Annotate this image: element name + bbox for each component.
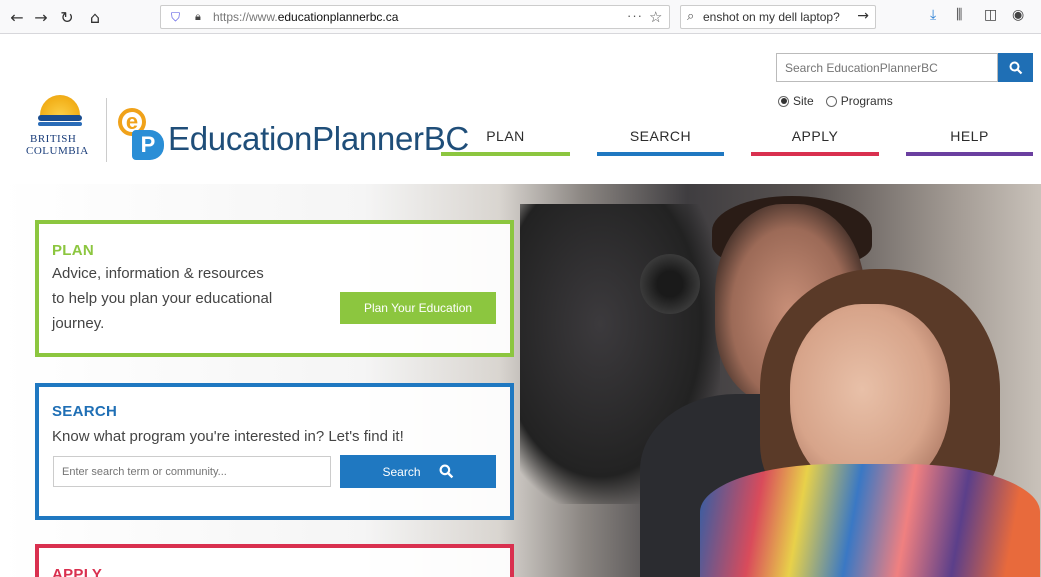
sidebar-icon[interactable]: ◫ (984, 7, 997, 23)
radio-unselected-icon[interactable] (825, 95, 837, 107)
nav-search-underline (597, 152, 724, 156)
site-search-box (776, 53, 998, 82)
home-icon[interactable]: ⌂ (84, 6, 106, 28)
plan-card-line1: Advice, information & resources (52, 265, 264, 282)
plan-card-title: PLAN (52, 242, 95, 259)
hero-scarf (700, 464, 1040, 577)
nav-apply-underline (751, 152, 879, 156)
search-icon (1009, 61, 1022, 74)
bookmark-star-icon[interactable]: ☆ (649, 8, 662, 26)
nav-help-underline (906, 152, 1033, 156)
nav-search[interactable]: SEARCH (597, 128, 724, 156)
url-text[interactable]: https://www.educationplannerbc.ca (213, 10, 398, 24)
apply-card-title: APPLY (52, 566, 103, 577)
nav-plan-underline (441, 152, 570, 156)
logo-wave (38, 122, 82, 126)
logo-wave (38, 115, 82, 121)
educationplanner-logo-icon[interactable]: e P (118, 108, 166, 160)
program-search-input[interactable] (53, 456, 331, 487)
radio-site[interactable]: Site (778, 94, 814, 108)
lock-icon[interactable]: 🔒︎ (195, 10, 201, 24)
site-name[interactable]: EducationPlannerBC (168, 120, 469, 158)
search-button-label: Search (382, 464, 421, 479)
program-search-button[interactable]: Search (340, 455, 496, 488)
hero-camera-lens (640, 254, 700, 314)
logo-p-mark: P (132, 130, 164, 160)
download-icon[interactable]: ⤓ (930, 7, 936, 23)
radio-programs-label: Programs (840, 94, 893, 108)
address-bar[interactable]: ⛉ 🔒︎ https://www.educationplannerbc.ca ·… (160, 5, 670, 29)
logo-divider (106, 98, 107, 162)
site-search-button[interactable] (998, 53, 1033, 82)
nav-apply[interactable]: APPLY (751, 128, 879, 156)
site-search-input[interactable] (777, 54, 997, 81)
nav-search-label: SEARCH (629, 128, 692, 144)
browser-search-text[interactable]: enshot on my dell laptop? (703, 10, 853, 24)
plan-your-education-button[interactable]: Plan Your Education (340, 292, 496, 324)
browser-toolbar: ← → ↻ ⌂ ⛉ 🔒︎ https://www.educationplanne… (0, 0, 1041, 34)
search-card-text: Know what program you're interested in? … (52, 428, 404, 445)
nav-apply-label: APPLY (791, 128, 839, 144)
bc-logo-line2: COLUMBIA (26, 145, 89, 157)
bc-logo-line1: BRITISH (30, 133, 77, 145)
account-icon[interactable]: ◉ (1012, 7, 1024, 23)
library-icon[interactable]: ⫼ (956, 7, 962, 23)
apply-card: APPLY (35, 544, 514, 577)
nav-plan[interactable]: PLAN (441, 128, 570, 156)
search-icon: ⌕ (687, 9, 695, 24)
shield-icon[interactable]: ⛉ (171, 10, 180, 25)
search-icon (439, 464, 453, 479)
nav-help-label: HELP (950, 128, 989, 144)
search-card: SEARCH Know what program you're interest… (35, 383, 514, 520)
page-actions-icon[interactable]: ··· (627, 8, 643, 23)
nav-plan-label: PLAN (486, 128, 525, 144)
search-go-icon[interactable]: → (857, 8, 869, 24)
nav-help[interactable]: HELP (906, 128, 1033, 156)
plan-card-line2: to help you plan your educational (52, 290, 273, 307)
british-columbia-logo[interactable]: BRITISH COLUMBIA (24, 95, 104, 163)
search-scope-radios: Site Programs (778, 94, 893, 108)
browser-search-box[interactable]: ⌕ enshot on my dell laptop? → (680, 5, 876, 29)
plan-card: PLAN Advice, information & resources to … (35, 220, 514, 357)
radio-site-label: Site (793, 94, 814, 108)
forward-icon[interactable]: → (30, 6, 52, 28)
back-icon[interactable]: ← (6, 6, 28, 28)
radio-selected-icon[interactable] (778, 95, 789, 107)
sun-emblem-icon (40, 95, 80, 117)
plan-card-line3: journey. (52, 315, 105, 332)
search-card-title: SEARCH (52, 403, 118, 420)
radio-programs[interactable]: Programs (825, 94, 893, 108)
reload-icon[interactable]: ↻ (56, 6, 78, 28)
